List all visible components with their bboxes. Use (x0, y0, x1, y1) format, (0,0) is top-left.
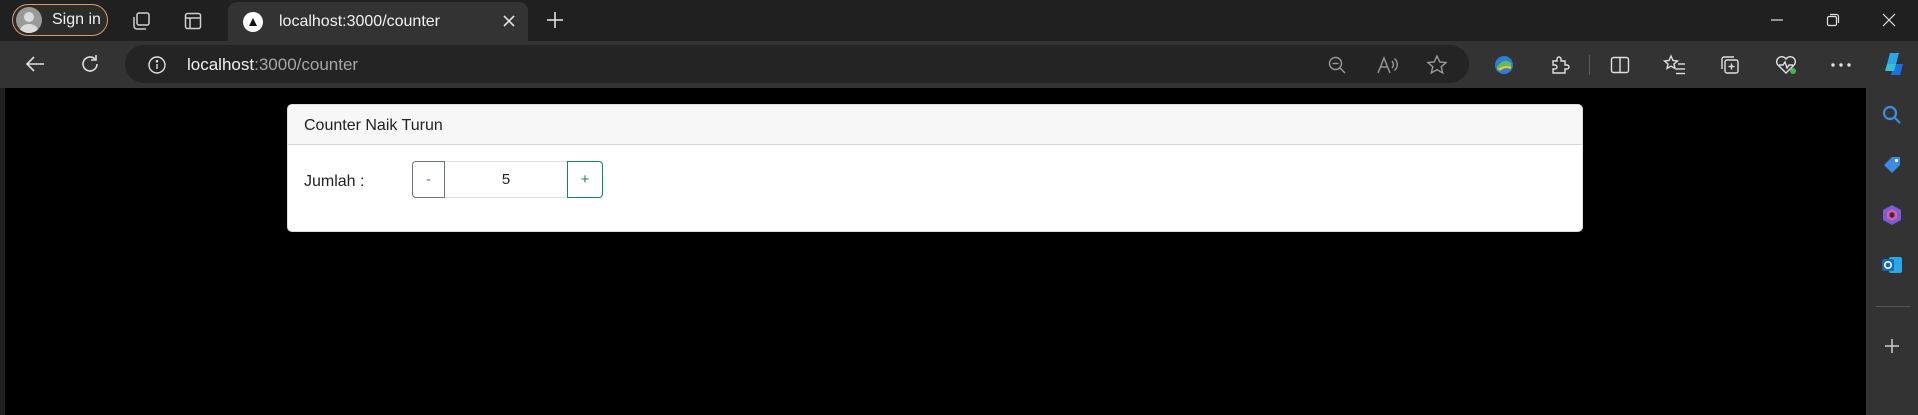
decrement-button[interactable]: - (412, 161, 445, 198)
extension-colorful-icon[interactable] (1491, 52, 1517, 78)
office-icon[interactable] (1879, 202, 1905, 228)
refresh-icon[interactable] (76, 50, 104, 78)
add-sidebar-app-icon[interactable] (1879, 333, 1905, 359)
counter-value-input[interactable] (445, 161, 567, 198)
toolbar-separator (1589, 55, 1590, 75)
nextjs-favicon-icon (243, 11, 263, 32)
sidebar-divider (1876, 306, 1910, 307)
tab-active[interactable]: localhost:3000/counter (228, 2, 528, 41)
page-viewport: Counter Naik Turun Jumlah : - + (5, 88, 1866, 415)
tab-actions-icon[interactable] (180, 8, 206, 34)
increment-button[interactable]: + (567, 161, 603, 198)
card-body: Jumlah : - + (288, 145, 1582, 231)
close-tab-icon[interactable] (500, 12, 518, 30)
copilot-icon[interactable] (1880, 49, 1910, 79)
new-tab-icon[interactable] (542, 7, 568, 33)
edge-sidebar (1866, 88, 1918, 415)
close-window-icon[interactable] (1866, 6, 1912, 34)
jumlah-label: Jumlah : (304, 173, 365, 190)
profile-button[interactable]: Sign in (12, 4, 108, 36)
zoom-out-icon[interactable] (1325, 53, 1349, 77)
counter-card: Counter Naik Turun Jumlah : - + (287, 104, 1583, 232)
counter-control: - + (412, 161, 603, 198)
read-aloud-icon[interactable] (1375, 53, 1399, 77)
minimize-icon[interactable] (1754, 6, 1800, 34)
avatar (16, 7, 42, 33)
back-icon[interactable] (21, 50, 49, 78)
favorites-list-icon[interactable] (1662, 52, 1688, 78)
collections-icon[interactable] (1717, 52, 1743, 78)
navigation-toolbar: localhost:3000/counter (0, 41, 1918, 88)
favorite-star-icon[interactable] (1425, 53, 1449, 77)
sidebar-search-icon[interactable] (1879, 102, 1905, 128)
restore-icon[interactable] (1810, 6, 1856, 34)
address-bar[interactable]: localhost:3000/counter (125, 45, 1469, 83)
shopping-tag-icon[interactable] (1879, 152, 1905, 178)
url-path: :3000/counter (254, 55, 359, 74)
card-title: Counter Naik Turun (288, 105, 1582, 145)
title-bar: Sign in localhost:3000/counter (0, 0, 1918, 41)
more-options-icon[interactable] (1828, 52, 1854, 78)
outlook-icon[interactable] (1879, 252, 1905, 278)
profile-label: Sign in (52, 11, 101, 28)
site-info-icon[interactable] (145, 53, 169, 77)
workspaces-icon[interactable] (128, 8, 154, 34)
tab-title: localhost:3000/counter (279, 12, 440, 30)
extensions-puzzle-icon[interactable] (1547, 52, 1573, 78)
url-host: localhost (187, 55, 255, 74)
url-text[interactable]: localhost:3000/counter (187, 55, 358, 75)
split-screen-icon[interactable] (1607, 52, 1633, 78)
browser-essentials-icon[interactable] (1773, 52, 1799, 78)
